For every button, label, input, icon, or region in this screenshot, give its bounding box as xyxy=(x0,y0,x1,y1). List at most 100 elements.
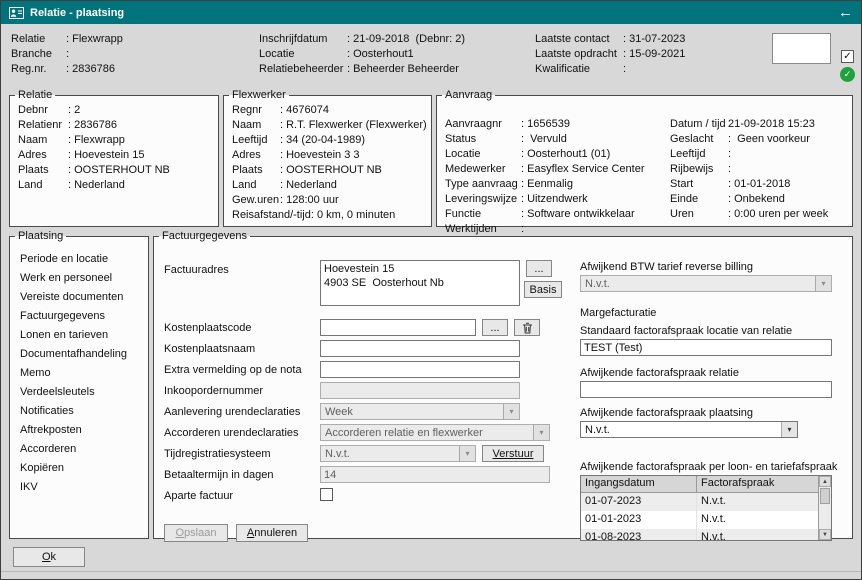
field-value: : Beheerder Beheerder xyxy=(347,62,459,77)
afwijkende-relatie-input[interactable] xyxy=(580,381,832,398)
field-value: : Flexwrapp xyxy=(66,32,123,47)
tijdregistratie-select: N.v.t.▾ xyxy=(320,445,476,462)
btw-label: Afwijkend BTW tarief reverse billing xyxy=(580,261,753,273)
info-row: Adres: Hoevestein 3 3 xyxy=(224,148,431,163)
sidebar-item-factuurgegevens[interactable]: Factuurgegevens xyxy=(10,307,148,326)
field-label: Relatie xyxy=(11,32,66,47)
info-row: Status: Vervuld xyxy=(437,132,645,147)
column-header-factorafspraak: Factorafspraak xyxy=(697,476,831,492)
window-title: Relatie - plaatsing xyxy=(30,7,124,19)
margefacturatie-heading: Margefacturatie xyxy=(580,307,656,319)
column-header-ingangsdatum: Ingangsdatum xyxy=(581,476,697,492)
sidebar-item-ikv[interactable]: IKV xyxy=(10,478,148,497)
kostenplaatscode-lookup-button[interactable]: ... xyxy=(482,319,508,336)
back-arrow-button[interactable]: ← xyxy=(838,5,853,20)
info-row: Naam: Flexwrapp xyxy=(10,133,218,148)
aanvraag-right-column: Datum / tijd21-09-2018 15:23 Geslacht: G… xyxy=(662,117,828,222)
sidebar-item-notificaties[interactable]: Notificaties xyxy=(10,402,148,421)
aanvraag-left-column: Aanvraagnr: 1656539 Status: Vervuld Loca… xyxy=(437,117,645,237)
header-checkbox[interactable]: ✓ xyxy=(841,50,854,63)
standaard-factorafspraak-input[interactable] xyxy=(580,339,832,356)
btw-select: N.v.t.▾ xyxy=(580,275,832,292)
aanvraag-section-title: Aanvraag xyxy=(442,89,495,101)
per-loon-tariefafspraak-label: Afwijkende factorafspraak per loon- en t… xyxy=(580,461,837,473)
standaard-factorafspraak-label: Standaard factorafspraak locatie van rel… xyxy=(580,325,792,337)
extra-vermelding-input[interactable] xyxy=(320,361,520,378)
field-value: : 15-09-2021 xyxy=(623,47,685,62)
chevron-down-icon: ▾ xyxy=(815,276,831,291)
info-row: Medewerker: Easyflex Service Center xyxy=(437,162,645,177)
sidebar-item-kopieren[interactable]: Kopiëren xyxy=(10,459,148,478)
factuurgegevens-section-title: Factuurgegevens xyxy=(159,230,250,242)
header-field: Inschrijfdatum: 21-09-2018 (Debnr: 2) xyxy=(259,32,465,47)
info-row: Einde: Onbekend xyxy=(662,192,828,207)
sidebar-item-memo[interactable]: Memo xyxy=(10,364,148,383)
sidebar-item-verdeelsleutels[interactable]: Verdeelsleutels xyxy=(10,383,148,402)
scroll-down-icon[interactable]: ▼ xyxy=(819,529,831,540)
field-value: : 2836786 xyxy=(66,62,115,77)
header-field: Relatiebeheerder: Beheerder Beheerder xyxy=(259,62,465,77)
inkoopordernummer-input xyxy=(320,382,520,399)
sidebar-item-accorderen[interactable]: Accorderen xyxy=(10,440,148,459)
delete-trash-button[interactable] xyxy=(514,319,540,336)
flexwerker-section-title: Flexwerker xyxy=(229,89,289,101)
info-row: Regnr: 4676074 xyxy=(224,103,431,118)
sidebar-item-lonen-en-tarieven[interactable]: Lonen en tarieven xyxy=(10,326,148,345)
relatie-plaatsing-window: Relatie - plaatsing ← Relatie: Flexwrapp… xyxy=(0,0,862,580)
field-label: Kwalificatie xyxy=(535,62,623,77)
table-header-row: Ingangsdatum Factorafspraak xyxy=(581,476,831,493)
plaatsing-section-title: Plaatsing xyxy=(15,230,66,242)
chevron-down-icon: ▾ xyxy=(533,425,549,440)
afwijkende-plaatsing-select[interactable]: N.v.t.▾ xyxy=(580,421,798,438)
scrollbar-thumb[interactable] xyxy=(820,488,830,504)
header-column-laatste: Laatste contact: 31-07-2023 Laatste opdr… xyxy=(535,32,685,77)
info-row: Start: 01-01-2018 xyxy=(662,177,828,192)
sidebar-item-periode-en-locatie[interactable]: Periode en locatie xyxy=(10,250,148,269)
chevron-down-icon: ▾ xyxy=(503,404,519,419)
field-label: Laatste opdracht xyxy=(535,47,623,62)
accorderen-select: Accorderen relatie en flexwerker▾ xyxy=(320,424,550,441)
ok-button[interactable]: Ok xyxy=(13,547,85,567)
factuuradres-label: Factuuradres xyxy=(164,264,229,276)
relatie-section-title: Relatie xyxy=(15,89,55,101)
table-row[interactable]: 01-08-2023 N.v.t. xyxy=(581,529,831,541)
field-label: Laatste contact xyxy=(535,32,623,47)
factuurgegevens-section: Factuurgegevens Factuuradres Hoevestein … xyxy=(153,230,853,539)
field-label: Inschrijfdatum xyxy=(259,32,347,47)
aanvraag-section: Aanvraag Aanvraagnr: 1656539 Status: Ver… xyxy=(436,89,853,227)
kostenplaatsnaam-input[interactable] xyxy=(320,340,520,357)
aparte-factuur-checkbox[interactable] xyxy=(320,488,333,501)
sidebar-item-documentafhandeling[interactable]: Documentafhandeling xyxy=(10,345,148,364)
titlebar: Relatie - plaatsing ← xyxy=(1,1,861,24)
table-row[interactable]: 01-01-2023 N.v.t. xyxy=(581,511,831,529)
info-row: Relatienr: 2836786 xyxy=(10,118,218,133)
table-row[interactable]: 01-07-2023 N.v.t. xyxy=(581,493,831,511)
header-field: Reg.nr.: 2836786 xyxy=(11,62,123,77)
accorderen-label: Accorderen urendeclaraties xyxy=(164,427,299,439)
info-row: Geslacht: Geen voorkeur xyxy=(662,132,828,147)
factuuradres-lookup-button[interactable]: ... xyxy=(526,260,552,277)
verstuur-button[interactable]: Verstuur xyxy=(482,445,544,462)
annuleren-button[interactable]: Annuleren xyxy=(236,524,308,542)
kostenplaatsnaam-label: Kostenplaatsnaam xyxy=(164,343,255,355)
info-row: Leeftijd: xyxy=(662,147,828,162)
betaaltermijn-input xyxy=(320,466,550,483)
table-scrollbar[interactable]: ▲ ▼ xyxy=(818,476,831,540)
basis-button[interactable]: Basis xyxy=(524,281,562,298)
factuuradres-textarea[interactable]: Hoevestein 15 4903 SE Oosterhout Nb xyxy=(320,260,520,306)
aanlevering-label: Aanlevering urendeclaraties xyxy=(164,406,300,418)
relatie-section: Relatie Debnr: 2 Relatienr: 2836786 Naam… xyxy=(9,89,219,227)
kostenplaatscode-input[interactable] xyxy=(320,319,476,336)
scroll-up-icon[interactable]: ▲ xyxy=(819,476,831,487)
header-column-relatie: Relatie: Flexwrapp Branche: Reg.nr.: 283… xyxy=(11,32,123,77)
field-label: Reg.nr. xyxy=(11,62,66,77)
sidebar-item-werk-en-personeel[interactable]: Werk en personeel xyxy=(10,269,148,288)
sidebar-item-vereiste-documenten[interactable]: Vereiste documenten xyxy=(10,288,148,307)
reisafstand-info: Reisafstand/-tijd: 0 km, 0 minuten xyxy=(224,208,431,223)
sidebar-item-aftrekposten[interactable]: Aftrekposten xyxy=(10,421,148,440)
aanlevering-select: Week▾ xyxy=(320,403,520,420)
field-label: Branche xyxy=(11,47,66,62)
betaaltermijn-label: Betaaltermijn in dagen xyxy=(164,469,273,481)
info-row: Leeftijd: 34 (20-04-1989) xyxy=(224,133,431,148)
tijdregistratie-label: Tijdregistratiesysteem xyxy=(164,448,271,460)
